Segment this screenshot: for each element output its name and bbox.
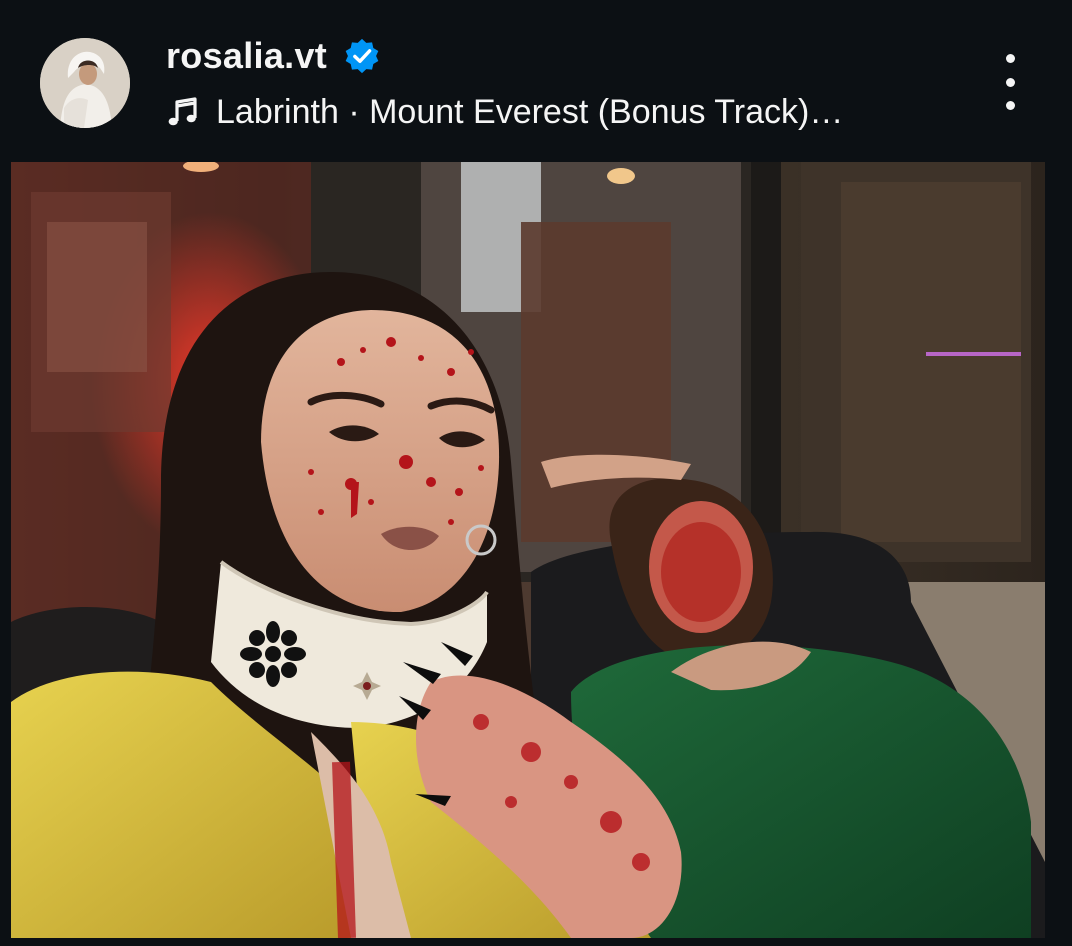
verified-badge-icon xyxy=(345,38,379,74)
more-vertical-icon xyxy=(1005,54,1015,63)
avatar[interactable] xyxy=(40,38,130,128)
username[interactable]: rosalia.vt xyxy=(166,35,327,77)
audio-attribution[interactable]: Labrinth · Mount Everest (Bonus Track)… xyxy=(166,90,843,134)
photo-content xyxy=(11,162,1045,938)
post-photo[interactable] xyxy=(11,162,1045,938)
username-row: rosalia.vt xyxy=(166,34,381,78)
audio-track-label: Labrinth · Mount Everest (Bonus Track)… xyxy=(216,92,844,131)
avatar-image xyxy=(40,38,130,128)
music-note-icon xyxy=(168,97,197,126)
post-header: rosalia.vt Labrinth · Mount Everest (Bon… xyxy=(0,0,1072,162)
more-options-button[interactable] xyxy=(990,54,1030,110)
